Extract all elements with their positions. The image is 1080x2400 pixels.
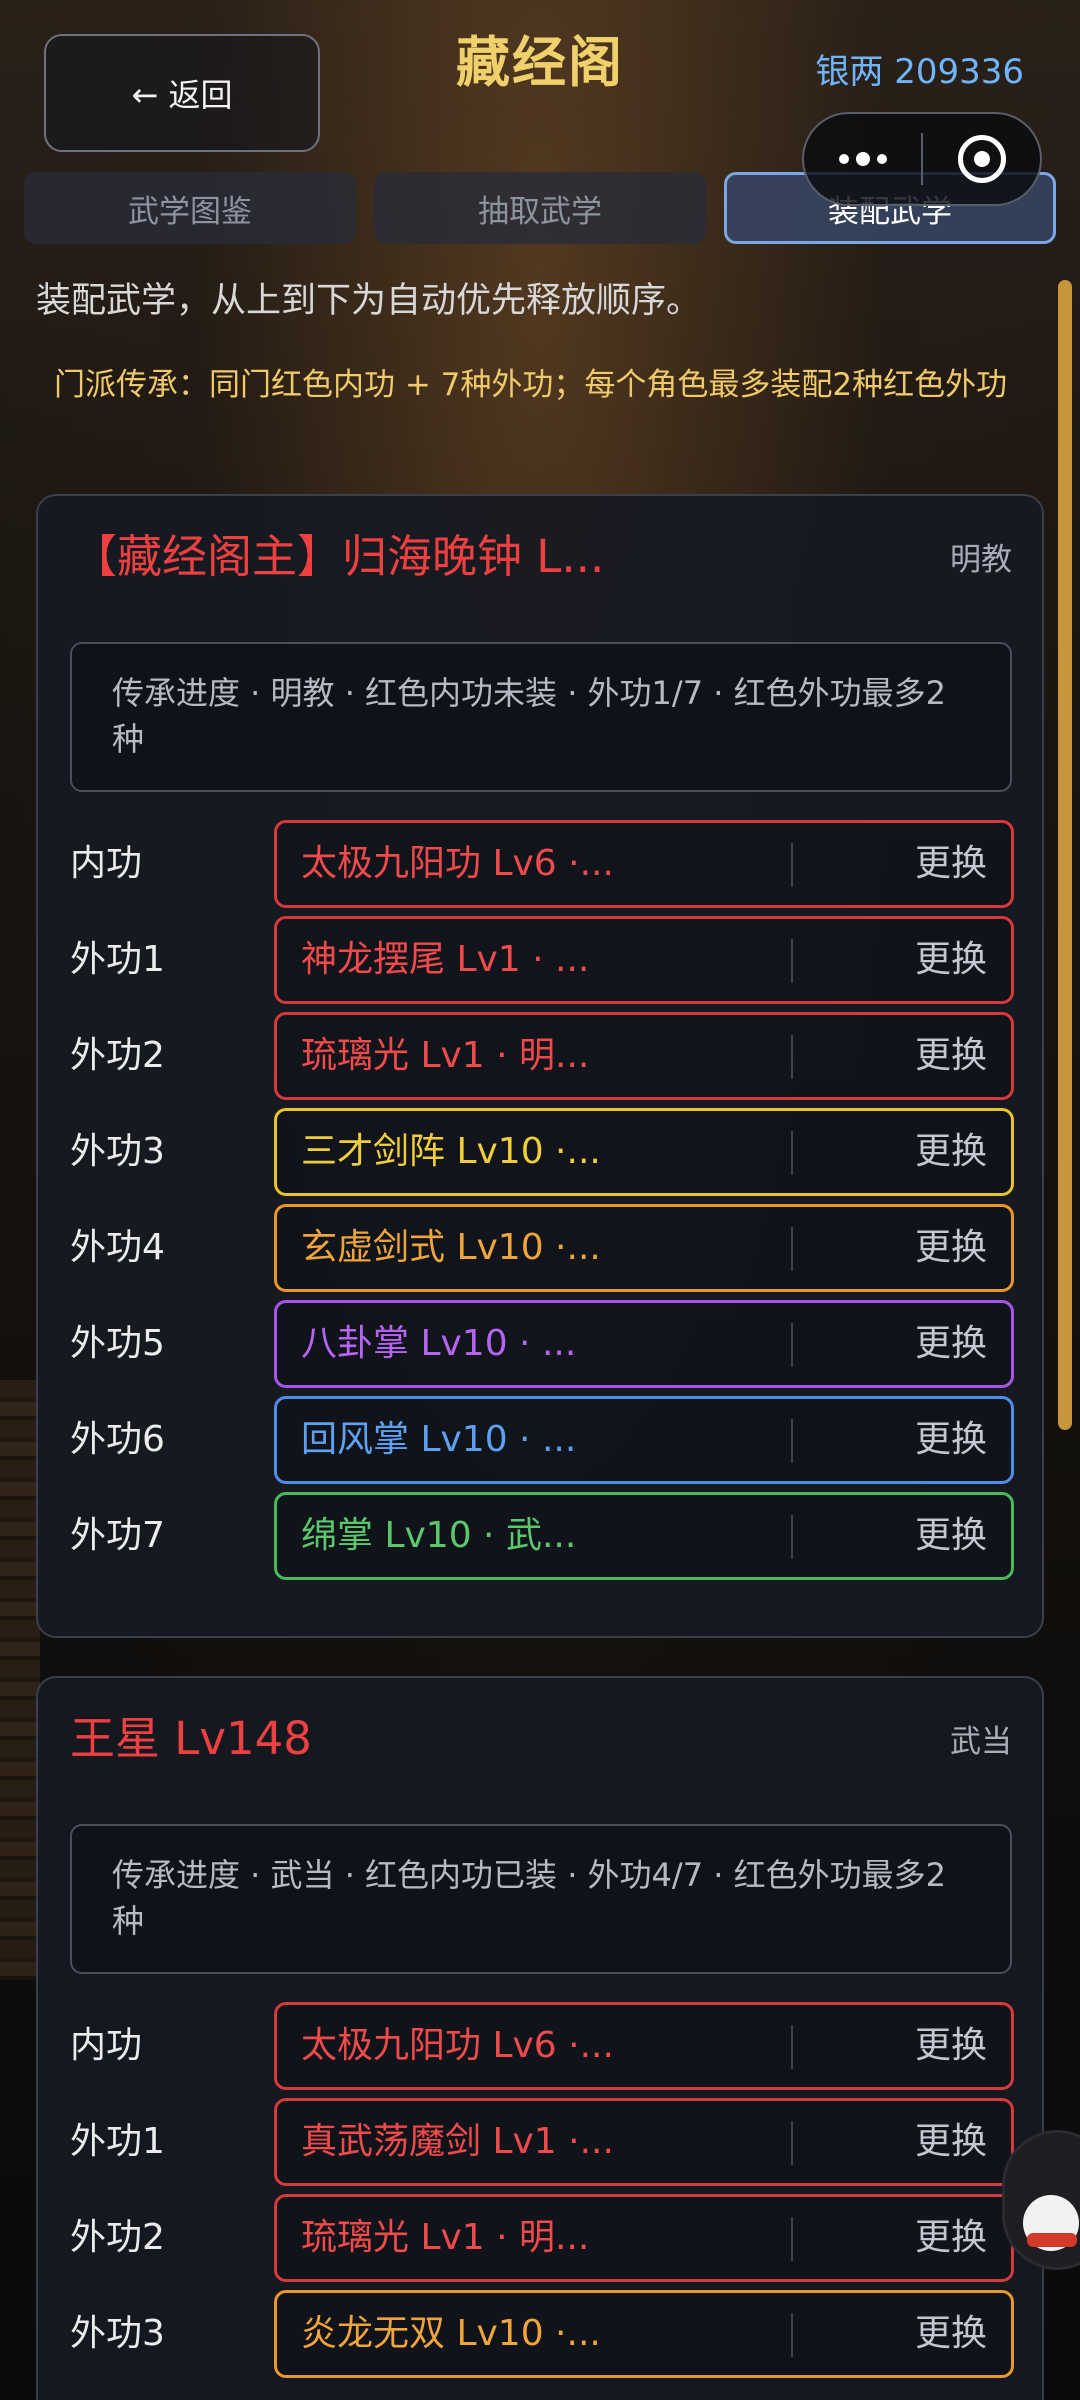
slot-row: 外功1 神龙摆尾 Lv1 · ... 更换 [38,916,1046,1004]
slot-row: 外功7 绵掌 Lv10 · 武... 更换 [38,1492,1046,1580]
scrollbar[interactable] [1058,280,1072,1430]
swap-button[interactable]: 更换 [915,2101,987,2183]
slot-divider [791,2313,793,2357]
slot-divider [791,843,793,887]
slot-label: 外功2 [70,1035,165,1076]
slot-label: 外功3 [70,2313,165,2354]
swap-button[interactable]: 更换 [915,2293,987,2375]
sect-inheritance-note: 门派传承：同门红色内功 + 7种外功；每个角色最多装配2种红色外功 [54,367,1008,403]
skill-slot[interactable]: 炎龙无双 Lv10 ·... 更换 [274,2290,1014,2378]
slot-divider [791,2217,793,2261]
character-sect: 明教 [950,542,1012,578]
slot-label: 内功 [70,843,143,884]
slot-label: 外功6 [70,1419,165,1460]
bookshelf-decoration [0,1380,40,1980]
swap-button[interactable]: 更换 [915,823,987,905]
silver-value: 209336 [894,52,1024,92]
close-target-icon[interactable] [923,135,1040,183]
skill-name: 真武荡魔剑 Lv1 ·... [301,2121,614,2162]
skill-slot[interactable]: 真武荡魔剑 Lv1 ·... 更换 [274,2098,1014,2186]
skill-name: 神龙摆尾 Lv1 · ... [301,939,590,980]
swap-button[interactable]: 更换 [915,1015,987,1097]
character-card: 王星 Lv148 武当 传承进度 · 武当 · 红色内功已装 · 外功4/7 ·… [36,1676,1044,2400]
slot-label: 外功3 [70,1131,165,1172]
skill-name: 玄虚剑式 Lv10 ·... [301,1227,601,1268]
skill-name: 琉璃光 Lv1 · 明... [301,1035,590,1076]
swap-button[interactable]: 更换 [915,919,987,1001]
tab-martial-catalog[interactable]: 武学图鉴 [24,172,356,244]
skill-name: 三才剑阵 Lv10 ·... [301,1131,601,1172]
skill-name: 绵掌 Lv10 · 武... [301,1515,577,1556]
skill-slot[interactable]: 太极九阳功 Lv6 ·... 更换 [274,820,1014,908]
penguin-float-icon[interactable] [1002,2130,1080,2270]
slot-divider [791,1131,793,1175]
slot-row: 外功2 琉璃光 Lv1 · 明... 更换 [38,1012,1046,1100]
slot-row: 外功4 玄虚剑式 Lv10 ·... 更换 [38,1204,1046,1292]
swap-button[interactable]: 更换 [915,1207,987,1289]
slot-row: 外功3 炎龙无双 Lv10 ·... 更换 [38,2290,1046,2378]
slot-label: 外功7 [70,1515,165,1556]
swap-button[interactable]: 更换 [915,2005,987,2087]
character-card: 【藏经阁主】归海晚钟 L... 明教 传承进度 · 明教 · 红色内功未装 · … [36,494,1044,1638]
slot-divider [791,1419,793,1463]
inheritance-progress: 传承进度 · 明教 · 红色内功未装 · 外功1/7 · 红色外功最多2种 [70,642,1012,792]
skill-name: 回风掌 Lv10 · ... [301,1419,577,1460]
slot-divider [791,2121,793,2165]
skill-name: 太极九阳功 Lv6 ·... [301,2025,614,2066]
inheritance-progress: 传承进度 · 武当 · 红色内功已装 · 外功4/7 · 红色外功最多2种 [70,1824,1012,1974]
skill-slot[interactable]: 琉璃光 Lv1 · 明... 更换 [274,2194,1014,2282]
slot-label: 外功1 [70,939,165,980]
slot-label: 外功4 [70,1227,165,1268]
more-icon[interactable] [804,152,921,166]
skill-slot[interactable]: 三才剑阵 Lv10 ·... 更换 [274,1108,1014,1196]
skill-slot[interactable]: 回风掌 Lv10 · ... 更换 [274,1396,1014,1484]
slot-row: 外功5 八卦掌 Lv10 · ... 更换 [38,1300,1046,1388]
intro-text: 装配武学，从上到下为自动优先释放顺序。 [36,281,702,321]
skill-slot[interactable]: 玄虚剑式 Lv10 ·... 更换 [274,1204,1014,1292]
slot-divider [791,1323,793,1367]
skill-slot[interactable]: 神龙摆尾 Lv1 · ... 更换 [274,916,1014,1004]
slot-label: 外功2 [70,2217,165,2258]
skill-name: 炎龙无双 Lv10 ·... [301,2313,601,2354]
slot-divider [791,1227,793,1271]
slot-row: 外功1 真武荡魔剑 Lv1 ·... 更换 [38,2098,1046,2186]
tab-draw-martial[interactable]: 抽取武学 [374,172,706,244]
skill-slot[interactable]: 八卦掌 Lv10 · ... 更换 [274,1300,1014,1388]
skill-slot[interactable]: 琉璃光 Lv1 · 明... 更换 [274,1012,1014,1100]
slot-row: 内功 太极九阳功 Lv6 ·... 更换 [38,2002,1046,2090]
slot-label: 外功1 [70,2121,165,2162]
slot-divider [791,1515,793,1559]
character-sect: 武当 [950,1724,1012,1760]
skill-name: 八卦掌 Lv10 · ... [301,1323,577,1364]
swap-button[interactable]: 更换 [915,1111,987,1193]
slot-divider [791,1035,793,1079]
slot-label: 内功 [70,2025,143,2066]
silver-label: 银两 [815,52,884,92]
slot-row: 外功3 三才剑阵 Lv10 ·... 更换 [38,1108,1046,1196]
swap-button[interactable]: 更换 [915,1399,987,1481]
slot-row: 内功 太极九阳功 Lv6 ·... 更换 [38,820,1046,908]
slot-divider [791,2025,793,2069]
slot-row: 外功2 琉璃光 Lv1 · 明... 更换 [38,2194,1046,2282]
silver-balance: 银两 209336 [815,44,1024,93]
skill-slot[interactable]: 太极九阳功 Lv6 ·... 更换 [274,2002,1014,2090]
miniprogram-capsule [802,112,1042,206]
swap-button[interactable]: 更换 [915,1495,987,1577]
character-name: 王星 Lv148 [70,1712,312,1765]
skill-slot[interactable]: 绵掌 Lv10 · 武... 更换 [274,1492,1014,1580]
slot-row: 外功6 回风掌 Lv10 · ... 更换 [38,1396,1046,1484]
skill-name: 太极九阳功 Lv6 ·... [301,843,614,884]
slot-label: 外功5 [70,1323,165,1364]
character-name: 【藏经阁主】归海晚钟 L... [72,530,605,583]
skill-name: 琉璃光 Lv1 · 明... [301,2217,590,2258]
slot-divider [791,939,793,983]
swap-button[interactable]: 更换 [915,2197,987,2279]
swap-button[interactable]: 更换 [915,1303,987,1385]
